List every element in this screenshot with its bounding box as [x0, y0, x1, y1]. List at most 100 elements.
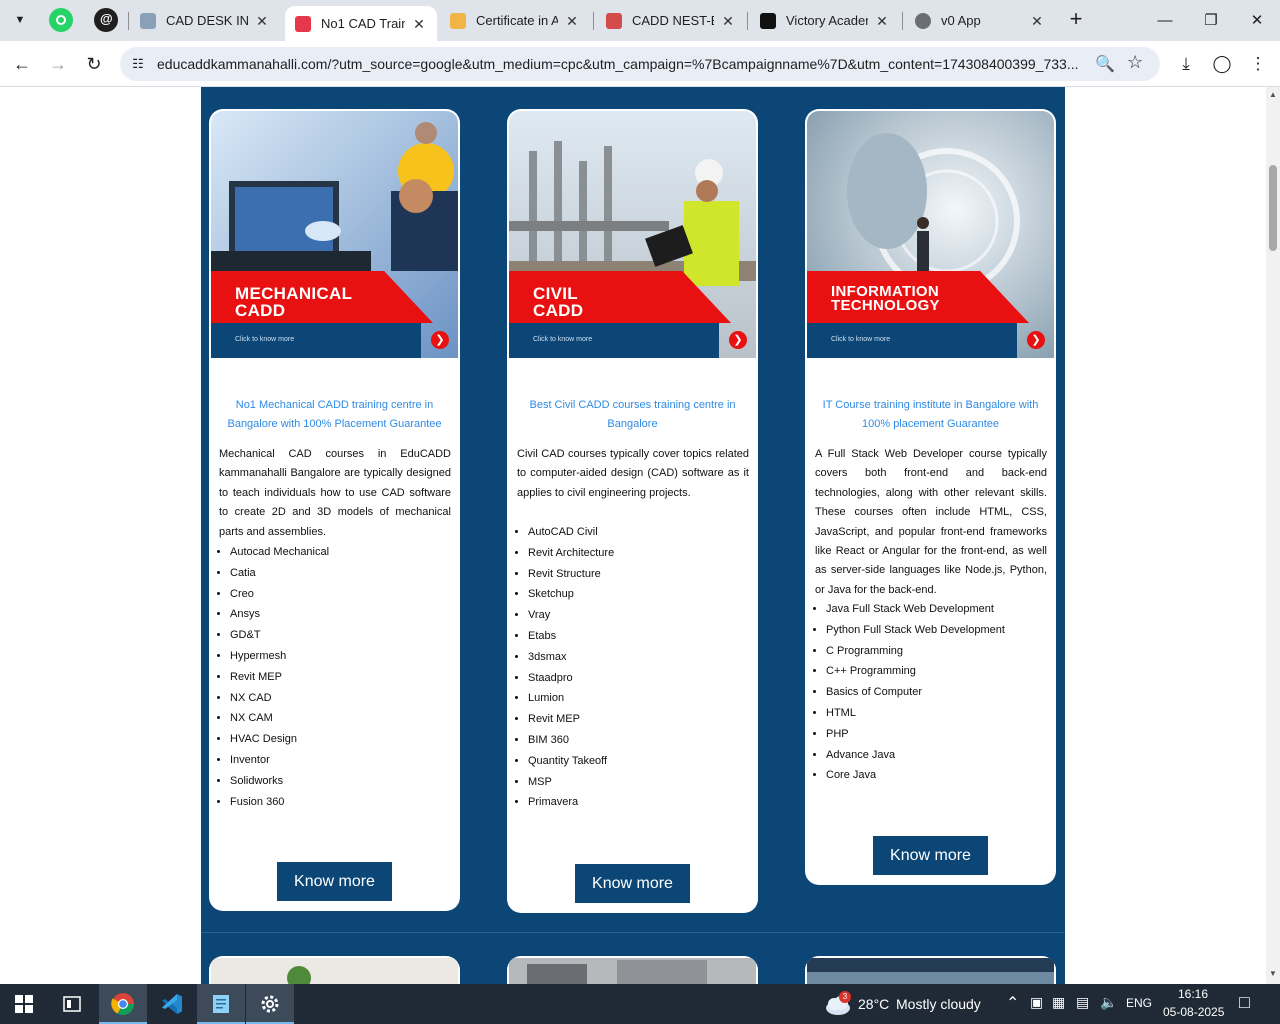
course-card-mechanical: MECHANICAL CADD Click to know more ❯ No1… — [209, 109, 460, 911]
tab-cadd-nest[interactable]: CADD NEST-Best ✕ — [596, 0, 746, 41]
close-window-icon[interactable]: ✕ — [1234, 0, 1280, 40]
course-list-item: PHP — [826, 724, 1047, 745]
weather-temperature[interactable]: 28°C — [858, 996, 889, 1012]
close-tab-icon[interactable]: ✕ — [411, 16, 427, 32]
reload-icon[interactable]: ↻ — [80, 50, 108, 78]
close-tab-icon[interactable]: ✕ — [874, 13, 890, 29]
task-view-icon[interactable] — [48, 984, 96, 1024]
course-list-item: GD&T — [230, 625, 451, 646]
course-list-item: HVAC Design — [230, 729, 451, 750]
profile-icon[interactable]: ◯ — [1208, 50, 1236, 78]
card-heading: No1 Mechanical CADD training centre in B… — [227, 399, 442, 430]
course-list-item: AutoCAD Civil — [528, 522, 749, 543]
close-tab-icon[interactable]: ✕ — [720, 13, 736, 29]
course-card-partial — [507, 956, 758, 984]
chevron-up-icon[interactable]: ⌃ — [1006, 993, 1019, 1013]
windows-start-icon[interactable] — [0, 984, 48, 1024]
course-list-item: BIM 360 — [528, 730, 749, 751]
chevron-right-icon[interactable]: ❯ — [431, 331, 449, 349]
course-list-item: Primavera — [528, 792, 749, 813]
know-more-button[interactable]: Know more — [575, 864, 690, 903]
page-scrollbar[interactable]: ▲ ▼ — [1266, 87, 1280, 984]
new-tab-plus-icon[interactable]: + — [1064, 8, 1088, 32]
minimize-icon[interactable]: — — [1142, 0, 1188, 40]
close-tab-icon[interactable]: ✕ — [564, 13, 580, 29]
language-indicator[interactable]: ENG — [1126, 996, 1152, 1010]
address-bar[interactable]: ☷ educaddkammanahalli.com/?utm_source=go… — [120, 47, 1160, 81]
course-list-item: NX CAM — [230, 708, 451, 729]
course-list-item: C Programming — [826, 641, 1047, 662]
course-list-item: Python Full Stack Web Development — [826, 620, 1047, 641]
course-list-item: Solidworks — [230, 771, 451, 792]
globe-favicon-icon — [915, 12, 931, 29]
banner-link-text: Click to know more — [235, 336, 295, 343]
whatsapp-pinned-tab-icon[interactable] — [49, 8, 73, 32]
speaker-icon[interactable]: 🔈 — [1100, 994, 1117, 1011]
tab-no1-cad-training[interactable]: No1 CAD Training ✕ — [285, 6, 437, 41]
course-card-partial — [209, 956, 460, 984]
know-more-button[interactable]: Know more — [873, 836, 988, 875]
tab-cad-desk[interactable]: CAD DESK INDIA ✕ — [130, 0, 280, 41]
tab-title: No1 CAD Training — [321, 16, 405, 31]
course-list-item: Catia — [230, 563, 451, 584]
course-list-item: 3dsmax — [528, 647, 749, 668]
zoom-magnifier-icon[interactable]: 🔍 — [1095, 54, 1115, 74]
browser-toolbar: ← → ↻ ☷ educaddkammanahalli.com/?utm_sou… — [0, 41, 1280, 87]
bookmark-star-icon[interactable]: ☆ — [1127, 52, 1143, 73]
course-list-item: Quantity Takeoff — [528, 751, 749, 772]
chrome-taskbar-icon[interactable] — [99, 984, 147, 1024]
notepad-taskbar-icon[interactable] — [197, 984, 245, 1024]
course-list-item: Revit Architecture — [528, 543, 749, 564]
threads-pinned-tab-icon[interactable] — [94, 8, 118, 32]
course-list-item: Hypermesh — [230, 646, 451, 667]
meet-now-icon[interactable]: ▣ — [1030, 994, 1043, 1011]
clock-date[interactable]: 05-08-2025 — [1163, 1005, 1224, 1019]
vscode-taskbar-icon[interactable] — [148, 984, 196, 1024]
close-tab-icon[interactable]: ✕ — [1029, 13, 1045, 29]
site-info-icon[interactable]: ☷ — [130, 56, 146, 72]
chevron-right-icon[interactable]: ❯ — [1027, 331, 1045, 349]
close-tab-icon[interactable]: ✕ — [254, 13, 270, 29]
course-card-it: INFORMATION TECHNOLOGY Click to know mor… — [805, 109, 1056, 885]
settings-taskbar-icon[interactable] — [246, 984, 294, 1024]
know-more-button[interactable]: Know more — [277, 862, 392, 901]
course-list-item: HTML — [826, 703, 1047, 724]
security-icon[interactable]: ▦ — [1052, 994, 1065, 1011]
weather-description[interactable]: Mostly cloudy — [896, 996, 981, 1012]
tab-victory-academy[interactable]: Victory Academy ✕ — [750, 0, 900, 41]
civil-cadd-banner[interactable]: CIVIL CADD Click to know more ❯ — [509, 111, 756, 358]
kebab-menu-icon[interactable]: ⋮ — [1244, 50, 1272, 78]
forward-arrow-icon[interactable]: → — [44, 50, 72, 78]
url-text[interactable]: educaddkammanahalli.com/?utm_source=goog… — [157, 56, 1082, 72]
certificate-favicon-icon — [450, 12, 466, 29]
download-icon[interactable]: ⤓ — [1172, 50, 1200, 78]
mechanical-cadd-banner[interactable]: MECHANICAL CADD Click to know more ❯ — [211, 111, 458, 358]
tab-title: v0 App — [941, 13, 981, 28]
tab-title: CAD DESK INDIA — [166, 13, 248, 28]
course-list-item: Sketchup — [528, 584, 749, 605]
scroll-down-arrow-icon[interactable]: ▼ — [1268, 969, 1278, 978]
tab-search-icon[interactable]: ▼ — [8, 8, 32, 32]
tab-certificate-ai[interactable]: Certificate in AI ✕ — [440, 0, 590, 41]
tab-v0-app[interactable]: v0 App ✕ — [905, 0, 1055, 41]
notifications-icon[interactable]: □ — [1239, 992, 1250, 1013]
tab-separator — [593, 12, 594, 30]
section-divider — [201, 932, 1065, 933]
course-list-item: Lumion — [528, 688, 749, 709]
tab-title: CADD NEST-Best — [632, 13, 714, 28]
information-technology-banner[interactable]: INFORMATION TECHNOLOGY Click to know mor… — [807, 111, 1054, 358]
course-list-item: Inventor — [230, 750, 451, 771]
chevron-right-icon[interactable]: ❯ — [729, 331, 747, 349]
back-arrow-icon[interactable]: ← — [8, 50, 36, 78]
course-list-item: Fusion 360 — [230, 792, 451, 813]
clock-time[interactable]: 16:16 — [1178, 987, 1208, 1001]
scroll-up-arrow-icon[interactable]: ▲ — [1268, 90, 1278, 99]
course-list: AutoCAD CivilRevit ArchitectureRevit Str… — [517, 522, 749, 813]
course-list-item: Ansys — [230, 604, 451, 625]
scrollbar-thumb[interactable] — [1269, 165, 1277, 251]
network-icon[interactable]: ▤ — [1076, 994, 1089, 1011]
restore-icon[interactable]: ❐ — [1188, 0, 1234, 40]
task-view-glyph-icon — [63, 996, 81, 1012]
course-list-item: Etabs — [528, 626, 749, 647]
banner-photo — [211, 958, 458, 984]
